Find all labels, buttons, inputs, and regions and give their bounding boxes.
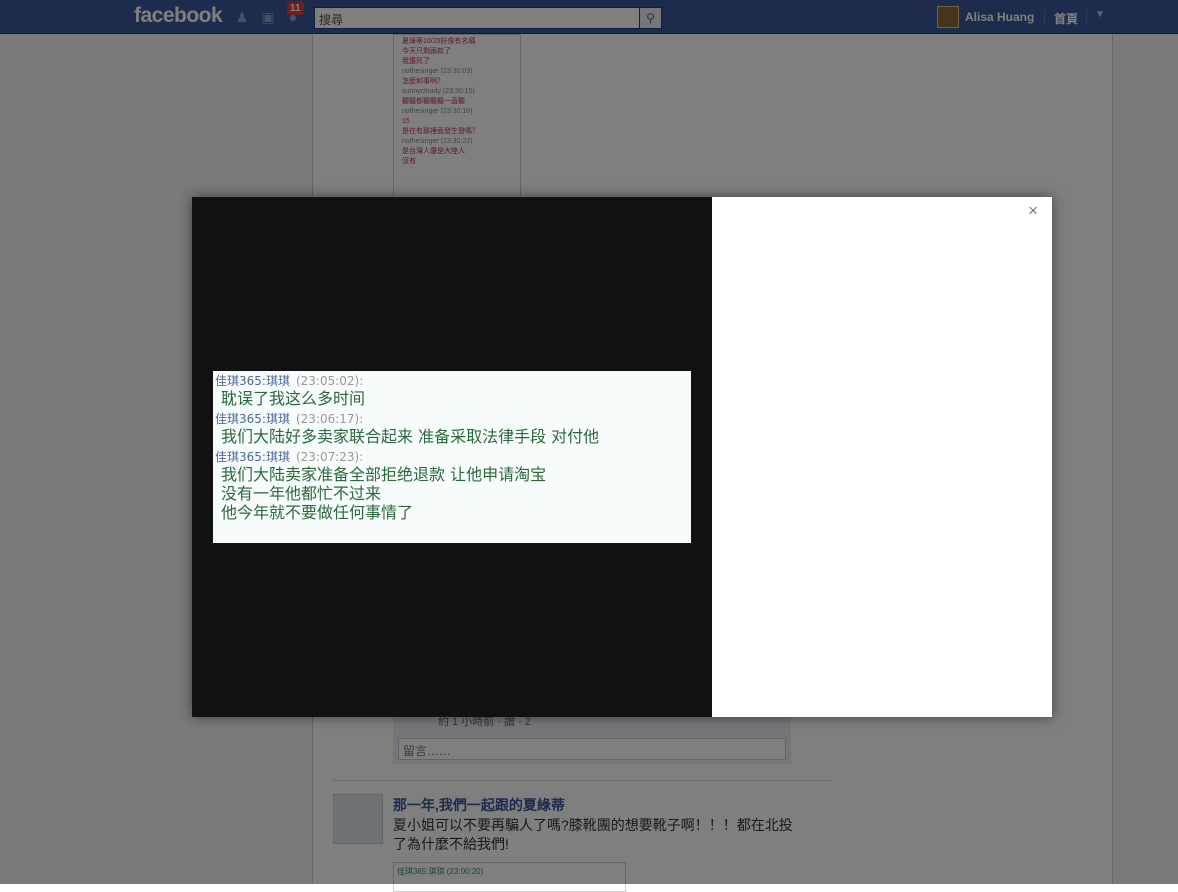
message-sender: 佳琪365:琪琪 [215,374,290,388]
message-time: (23:05:02): [295,374,364,388]
photo-viewer: 佳琪365:琪琪 (23:05:02): 耽误了我这么多时间 佳琪365:琪琪 (23:… [192,197,1052,717]
message-body: 我们大陆好多卖家联合起来 准备采取法律手段 对付他 [215,427,689,446]
message-line: 没有一年他都忙不过来 [221,484,382,503]
message-body: 我们大陆卖家准备全部拒绝退款 让他申请淘宝 没有一年他都忙不过来 他今年就不要做任何… [215,465,689,522]
photo-sidebar: × [712,197,1052,717]
message-header: 佳琪365:琪琪 (23:05:02): [215,373,689,389]
message-line: 我们大陆卖家准备全部拒绝退款 让他申请淘宝 [221,465,547,484]
message-body: 耽误了我这么多时间 [215,389,689,408]
message-time: (23:07:23): [295,450,364,464]
message-line: 我们大陆好多卖家联合起来 准备采取法律手段 对付他 [221,427,600,446]
message-sender: 佳琪365:琪琪 [215,450,290,464]
message-line: 他今年就不要做任何事情了 [221,503,414,522]
message-time: (23:06:17): [295,412,364,426]
message-header: 佳琪365:琪琪 (23:07:23): [215,449,689,465]
photo[interactable]: 佳琪365:琪琪 (23:05:02): 耽误了我这么多时间 佳琪365:琪琪 (23:… [213,371,691,543]
message-header: 佳琪365:琪琪 (23:06:17): [215,411,689,427]
photo-stage: 佳琪365:琪琪 (23:05:02): 耽误了我这么多时间 佳琪365:琪琪 (23:… [192,197,712,717]
message-line: 耽误了我这么多时间 [221,389,366,408]
close-icon[interactable]: × [1028,201,1038,221]
message-sender: 佳琪365:琪琪 [215,412,290,426]
